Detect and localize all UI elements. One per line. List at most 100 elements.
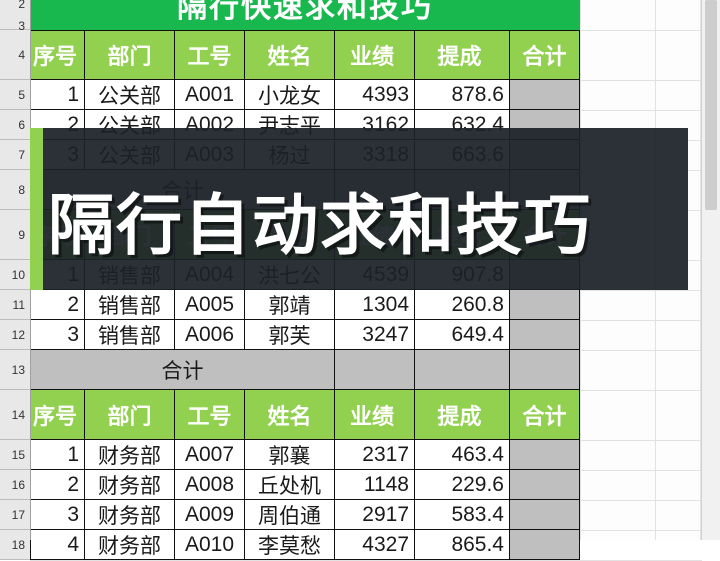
row-number-17[interactable]: 17 [0, 500, 30, 530]
cell-b3-r0-c0[interactable]: 1 [30, 440, 85, 470]
column-header-3[interactable]: 姓名 [245, 390, 335, 440]
cell-b2-r2-c2[interactable]: A006 [175, 320, 245, 350]
cell-b3-r1-c5[interactable]: 229.6 [415, 470, 510, 500]
cell-b2-r2-c1[interactable]: 销售部 [85, 320, 175, 350]
cell-b3-r1-c0[interactable]: 2 [30, 470, 85, 500]
cell-b2-r1-c6[interactable] [510, 290, 580, 320]
cell-b3-r2-c0[interactable]: 3 [30, 500, 85, 530]
cell-b3-r3-c6[interactable] [510, 530, 580, 560]
cell-b3-r3-c3[interactable]: 李莫愁 [245, 530, 335, 560]
column-header-3[interactable]: 姓名 [245, 30, 335, 80]
table-row[interactable]: 1 财务部 A007 郭襄 2317 463.4 [30, 440, 580, 470]
sheet-title-text: 隔行快速求和技巧 [177, 0, 433, 24]
row-number-15[interactable]: 15 [0, 440, 30, 470]
cell-b2-r2-c4[interactable]: 3247 [335, 320, 415, 350]
cell-b3-r0-c3[interactable]: 郭襄 [245, 440, 335, 470]
caption-overlay-text: 隔行自动求和技巧 [48, 188, 592, 262]
table-row[interactable]: 3 财务部 A009 周伯通 2917 583.4 [30, 500, 580, 530]
row-number-5[interactable]: 5 [0, 80, 30, 110]
cell-b3-r1-c1[interactable]: 财务部 [85, 470, 175, 500]
column-header-1[interactable]: 部门 [85, 30, 175, 80]
cell-b2-r2-c5[interactable]: 649.4 [415, 320, 510, 350]
cell-r0-c1[interactable]: 公关部 [85, 80, 175, 110]
cell-b3-r0-c1[interactable]: 财务部 [85, 440, 175, 470]
cell-r0-c6[interactable] [510, 80, 580, 110]
column-header-6[interactable]: 合计 [510, 390, 580, 440]
cell-b3-r2-c5[interactable]: 583.4 [415, 500, 510, 530]
cell-b2-r1-c2[interactable]: A005 [175, 290, 245, 320]
table-row[interactable]: 3 销售部 A006 郭芙 3247 649.4 [30, 320, 580, 350]
column-header-5[interactable]: 提成 [415, 390, 510, 440]
vertical-scrollbar-thumb[interactable] [705, 0, 717, 210]
row-number-6[interactable]: 6 [0, 110, 30, 140]
cell-b2-r2-c0[interactable]: 3 [30, 320, 85, 350]
row-number-12[interactable]: 12 [0, 320, 30, 350]
cell-b3-r0-c5[interactable]: 463.4 [415, 440, 510, 470]
cell-r0-c3[interactable]: 小龙女 [245, 80, 335, 110]
cell-b3-r0-c4[interactable]: 2317 [335, 440, 415, 470]
row-number-18[interactable]: 18 [0, 530, 30, 560]
cell-b3-r1-c6[interactable] [510, 470, 580, 500]
row-number-4[interactable]: 4 [0, 30, 30, 80]
column-header-4[interactable]: 业绩 [335, 30, 415, 80]
row-number-3[interactable]: 3 [0, 19, 30, 33]
cell-b2-r2-c3[interactable]: 郭芙 [245, 320, 335, 350]
table-row[interactable]: 2 销售部 A005 郭靖 1304 260.8 [30, 290, 580, 320]
cell-r0-c2[interactable]: A001 [175, 80, 245, 110]
row-number-13[interactable]: 13 [0, 350, 30, 390]
table-header-row[interactable]: 序号部门工号姓名业绩提成合计 [30, 390, 580, 440]
cell-b2-r2-c6[interactable] [510, 320, 580, 350]
row-header-gutter[interactable]: 2 3 4 5 6 7 8 9 10 11 12 13 14 15 16 17 18 [0, 0, 31, 560]
table-header-row[interactable]: 序号部门工号姓名业绩提成合计 [30, 30, 580, 80]
cell-b3-r3-c0[interactable]: 4 [30, 530, 85, 560]
table-total-row[interactable]: 合计 [30, 350, 580, 390]
cell-b2-r1-c5[interactable]: 260.8 [415, 290, 510, 320]
cell-b3-r1-c2[interactable]: A008 [175, 470, 245, 500]
cell-b3-r2-c3[interactable]: 周伯通 [245, 500, 335, 530]
cell-b3-r1-c3[interactable]: 丘处机 [245, 470, 335, 500]
table-row[interactable]: 4 财务部 A010 李莫愁 4327 865.4 [30, 530, 580, 560]
row-number-14[interactable]: 14 [0, 390, 30, 440]
cell-b3-r3-c2[interactable]: A010 [175, 530, 245, 560]
row-number-10[interactable]: 10 [0, 260, 30, 290]
cell-b3-r0-c2[interactable]: A007 [175, 440, 245, 470]
table-row[interactable]: 1 公关部 A001 小龙女 4393 878.6 [30, 80, 580, 110]
column-header-0[interactable]: 序号 [30, 30, 85, 80]
cell-b2-r1-c3[interactable]: 郭靖 [245, 290, 335, 320]
row-number-16[interactable]: 16 [0, 470, 30, 500]
row-number-9[interactable]: 9 [0, 210, 30, 260]
cell-b3-r3-c4[interactable]: 4327 [335, 530, 415, 560]
spreadsheet-canvas: 2 3 4 5 6 7 8 9 10 11 12 13 14 15 16 17 18 隔行快速求和技巧 序号 部门… [0, 0, 720, 561]
column-header-6[interactable]: 合计 [510, 30, 580, 80]
total-yeji[interactable] [335, 350, 415, 390]
cell-b3-r0-c6[interactable] [510, 440, 580, 470]
cell-b3-r2-c4[interactable]: 2917 [335, 500, 415, 530]
column-header-2[interactable]: 工号 [175, 390, 245, 440]
row-number-7[interactable]: 7 [0, 140, 30, 170]
cell-r0-c0[interactable]: 1 [30, 80, 85, 110]
column-header-0[interactable]: 序号 [30, 390, 85, 440]
total-ticheng[interactable] [415, 350, 510, 390]
column-header-5[interactable]: 提成 [415, 30, 510, 80]
cell-b2-r1-c4[interactable]: 1304 [335, 290, 415, 320]
cell-b3-r2-c1[interactable]: 财务部 [85, 500, 175, 530]
cell-b2-r1-c1[interactable]: 销售部 [85, 290, 175, 320]
cell-b3-r1-c4[interactable]: 1148 [335, 470, 415, 500]
column-header-1[interactable]: 部门 [85, 390, 175, 440]
column-header-2[interactable]: 工号 [175, 30, 245, 80]
cell-b3-r3-c1[interactable]: 财务部 [85, 530, 175, 560]
table-row[interactable]: 2 财务部 A008 丘处机 1148 229.6 [30, 470, 580, 500]
cell-b3-r2-c2[interactable]: A009 [175, 500, 245, 530]
column-header-4[interactable]: 业绩 [335, 390, 415, 440]
cell-r0-c5[interactable]: 878.6 [415, 80, 510, 110]
total-label[interactable]: 合计 [30, 350, 335, 390]
caption-accent-bar [30, 128, 43, 290]
cell-b2-r1-c0[interactable]: 2 [30, 290, 85, 320]
cell-b3-r3-c5[interactable]: 865.4 [415, 530, 510, 560]
cell-r0-c4[interactable]: 4393 [335, 80, 415, 110]
row-number-8[interactable]: 8 [0, 170, 30, 210]
sheet-title-banner: 隔行快速求和技巧 [30, 0, 580, 31]
row-number-11[interactable]: 11 [0, 290, 30, 320]
cell-b3-r2-c6[interactable] [510, 500, 580, 530]
total-heji[interactable] [510, 350, 580, 390]
